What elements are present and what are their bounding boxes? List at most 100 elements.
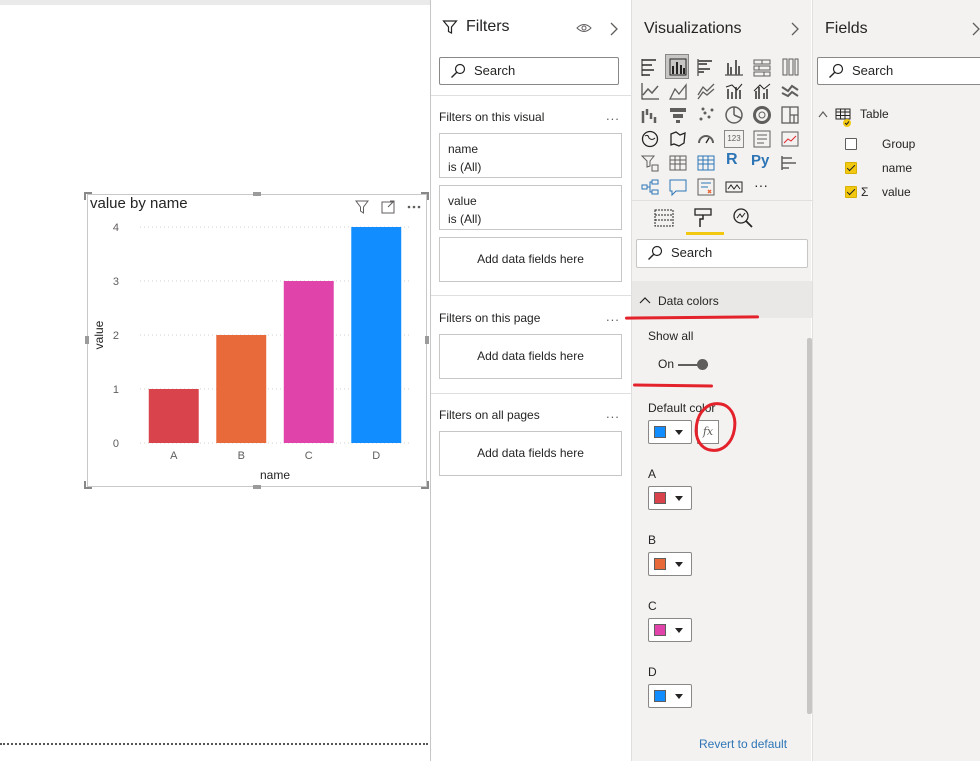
100-stacked-bar-chart-icon[interactable] bbox=[752, 57, 772, 77]
resize-corner-tr[interactable] bbox=[421, 192, 429, 200]
color-swatch bbox=[654, 624, 666, 636]
smart-narrative-icon[interactable] bbox=[696, 177, 716, 197]
field-name[interactable]: Group bbox=[882, 137, 915, 151]
table-icon[interactable] bbox=[668, 153, 688, 173]
fields-well-icon[interactable] bbox=[652, 206, 676, 230]
paginated-report-icon[interactable] bbox=[724, 177, 744, 197]
filled-map-icon[interactable] bbox=[668, 129, 688, 149]
filter-card-value[interactable]: value is (All) bbox=[439, 185, 622, 230]
resize-handle-bottom[interactable] bbox=[253, 485, 261, 489]
resize-handle-top[interactable] bbox=[253, 192, 261, 196]
decomposition-tree-icon[interactable] bbox=[640, 177, 660, 197]
show-all-toggle[interactable] bbox=[697, 359, 708, 370]
line-chart-icon[interactable] bbox=[640, 81, 660, 101]
fields-search-input[interactable]: Search bbox=[817, 57, 980, 85]
format-search-input[interactable]: Search bbox=[636, 239, 808, 268]
bar-B[interactable] bbox=[216, 335, 267, 443]
data-color-label: D bbox=[648, 665, 657, 679]
kpi-icon[interactable] bbox=[780, 129, 800, 149]
color-picker-A[interactable] bbox=[648, 486, 692, 510]
field-checkbox[interactable] bbox=[845, 138, 857, 150]
treemap-icon[interactable] bbox=[780, 105, 800, 125]
chevron-up-icon[interactable] bbox=[639, 296, 651, 304]
add-data-fields-page[interactable]: Add data fields here bbox=[439, 334, 622, 379]
map-icon[interactable] bbox=[640, 129, 660, 149]
active-tab-indicator bbox=[686, 232, 724, 235]
resize-handle-right[interactable] bbox=[425, 336, 429, 344]
add-data-fields-visual[interactable]: Add data fields here bbox=[439, 237, 622, 282]
resize-corner-bl[interactable] bbox=[84, 481, 92, 489]
clustered-bar-chart-icon[interactable] bbox=[696, 57, 716, 77]
matrix-icon[interactable] bbox=[696, 153, 716, 173]
format-paint-roller-icon[interactable] bbox=[691, 206, 715, 230]
bar-chart-visual[interactable]: value by name 0 1 2 3 4 A B C Dname value bbox=[87, 194, 427, 487]
r-script-visual-icon[interactable]: R bbox=[726, 151, 738, 169]
add-data-fields-all-pages[interactable]: Add data fields here bbox=[439, 431, 622, 476]
y-tick-label: 0 bbox=[113, 438, 119, 450]
color-picker-C[interactable] bbox=[648, 618, 692, 642]
gauge-icon[interactable] bbox=[696, 129, 716, 149]
color-picker-D[interactable] bbox=[648, 684, 692, 708]
stacked-column-chart-icon[interactable] bbox=[668, 57, 688, 77]
slicer-icon[interactable] bbox=[640, 153, 660, 173]
stacked-bar-chart-icon[interactable] bbox=[640, 57, 660, 77]
chevron-right-icon[interactable] bbox=[971, 22, 980, 36]
bar-D[interactable] bbox=[351, 227, 402, 443]
table-icon bbox=[835, 108, 851, 127]
filter-field-name: value bbox=[448, 194, 477, 208]
clustered-column-chart-icon[interactable] bbox=[724, 57, 744, 77]
funnel-chart-icon[interactable] bbox=[668, 105, 688, 125]
scatter-chart-icon[interactable] bbox=[696, 105, 716, 125]
more-options-icon[interactable]: ... bbox=[606, 108, 620, 123]
multi-row-card-icon[interactable] bbox=[752, 129, 772, 149]
filters-search-input[interactable]: Search bbox=[439, 57, 619, 85]
ribbon-chart-icon[interactable] bbox=[780, 81, 800, 101]
stacked-area-chart-icon[interactable] bbox=[696, 81, 716, 101]
more-visuals-icon[interactable]: ··· bbox=[754, 177, 768, 193]
python-visual-icon[interactable]: Py bbox=[751, 152, 769, 169]
field-checkbox[interactable] bbox=[845, 186, 857, 198]
y-tick-label: 3 bbox=[113, 276, 119, 288]
more-options-icon[interactable]: ... bbox=[606, 309, 620, 324]
field-checkbox[interactable] bbox=[845, 162, 857, 174]
y-tick-label: 2 bbox=[113, 330, 119, 342]
visualizations-title: Visualizations bbox=[644, 20, 742, 37]
caret-down-icon bbox=[675, 628, 683, 633]
more-options-icon[interactable]: ... bbox=[606, 406, 620, 421]
search-placeholder: Search bbox=[671, 245, 713, 260]
bar-A[interactable] bbox=[148, 389, 199, 443]
report-canvas[interactable]: value by name 0 1 2 3 4 A B C Dname value bbox=[0, 0, 430, 761]
qna-icon[interactable] bbox=[668, 177, 688, 197]
color-picker-B[interactable] bbox=[648, 552, 692, 576]
pie-chart-icon[interactable] bbox=[724, 105, 744, 125]
key-influencers-icon[interactable] bbox=[780, 153, 800, 173]
line-and-clustered-column-icon[interactable] bbox=[752, 81, 772, 101]
donut-chart-icon[interactable] bbox=[752, 105, 772, 125]
field-name[interactable]: value bbox=[882, 185, 911, 199]
resize-corner-tl[interactable] bbox=[84, 192, 92, 200]
chevron-right-icon[interactable] bbox=[609, 22, 619, 36]
filters-pane: Filters Search Filters on this visual ..… bbox=[430, 0, 631, 761]
resize-handle-left[interactable] bbox=[85, 336, 89, 344]
filter-card-name[interactable]: name is (All) bbox=[439, 133, 622, 178]
eye-icon[interactable] bbox=[576, 21, 592, 35]
search-icon bbox=[451, 63, 466, 78]
filter-state: is (All) bbox=[448, 212, 482, 226]
100-stacked-column-chart-icon[interactable] bbox=[780, 57, 800, 77]
analytics-magnifier-icon[interactable] bbox=[731, 206, 755, 230]
field-name[interactable]: name bbox=[882, 161, 912, 175]
revert-to-default-link[interactable]: Revert to default bbox=[699, 737, 787, 751]
toggle-state: On bbox=[658, 357, 675, 371]
bar-C[interactable] bbox=[283, 281, 334, 443]
chevron-right-icon[interactable] bbox=[790, 22, 800, 36]
waterfall-chart-icon[interactable] bbox=[640, 105, 660, 125]
line-and-stacked-column-icon[interactable] bbox=[724, 81, 744, 101]
chevron-up-icon[interactable] bbox=[818, 110, 828, 118]
resize-corner-br[interactable] bbox=[421, 481, 429, 489]
search-placeholder: Search bbox=[474, 63, 516, 78]
data-color-label: B bbox=[648, 533, 657, 547]
default-color-picker[interactable] bbox=[648, 420, 692, 444]
area-chart-icon[interactable] bbox=[668, 81, 688, 101]
table-name[interactable]: Table bbox=[860, 107, 889, 121]
card-visual-icon[interactable]: 123 bbox=[724, 130, 744, 148]
